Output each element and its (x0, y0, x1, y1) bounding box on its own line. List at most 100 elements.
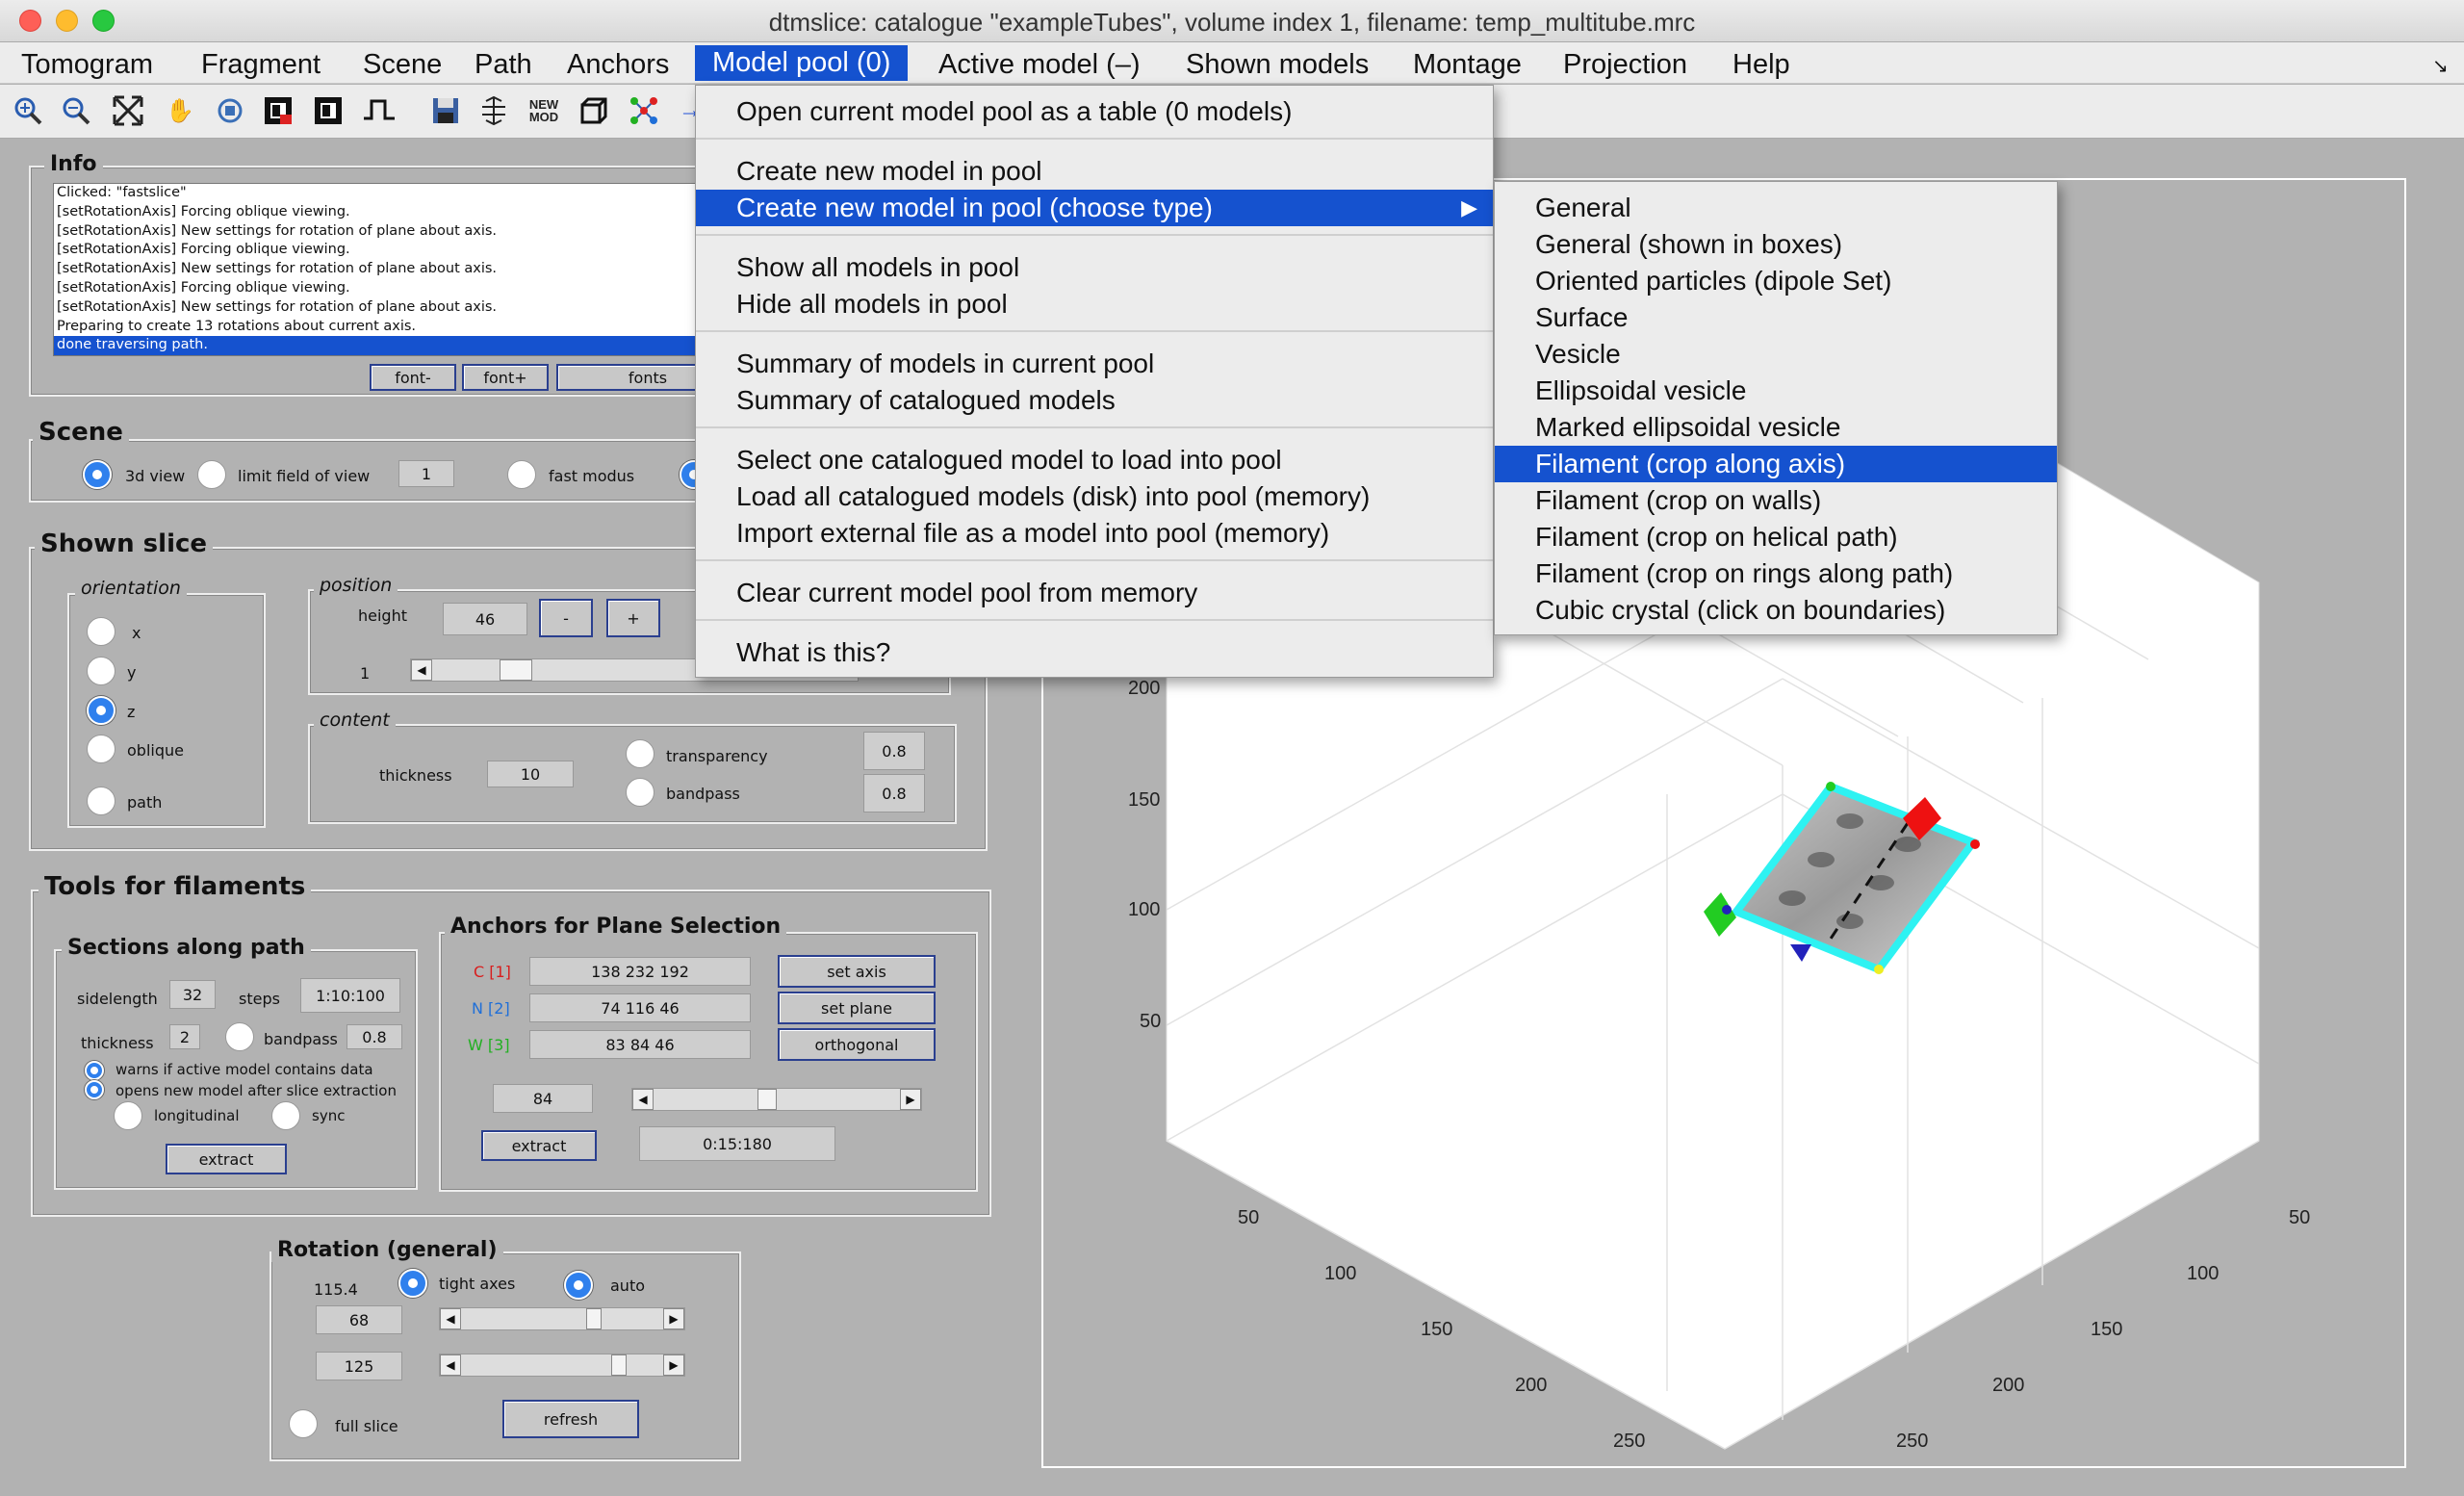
menu-shown-models[interactable]: Shown models (1186, 47, 1369, 83)
anchor-w-field[interactable]: 83 84 46 (529, 1030, 751, 1059)
anchors-extract-button[interactable]: extract (481, 1130, 597, 1161)
submenu-item-cubic-crystal[interactable]: Cubic crystal (click on boundaries) (1495, 592, 2057, 629)
menu-item-summary-catalogued[interactable]: Summary of catalogued models (696, 382, 1493, 419)
steps-field[interactable]: 1:10:100 (300, 978, 400, 1013)
transparency-radio[interactable] (626, 739, 654, 768)
elevation-left-icon[interactable]: ◀ (440, 1354, 461, 1376)
fit-icon[interactable] (112, 94, 144, 127)
menu-help[interactable]: Help (1732, 47, 1790, 83)
menu-projection[interactable]: Projection (1563, 47, 1687, 83)
submenu-item-vesicle[interactable]: Vesicle (1495, 336, 2057, 373)
height-minus-button[interactable]: - (539, 599, 593, 637)
menu-item-create-new-model-choose-type[interactable]: Create new model in pool (choose type) ▶ (696, 190, 1493, 226)
menu-active-model[interactable]: Active model (–) (938, 47, 1141, 83)
limit-fov-radio[interactable] (197, 460, 226, 489)
longitudinal-radio[interactable] (114, 1101, 142, 1130)
submenu-item-oriented-particles[interactable]: Oriented particles (dipole Set) (1495, 263, 2057, 299)
angle-slider[interactable]: ◀ ▶ (631, 1088, 922, 1111)
rotate-icon[interactable] (214, 94, 246, 127)
transparency-field[interactable]: 0.8 (863, 732, 925, 770)
sections-thickness-field[interactable]: 2 (169, 1024, 200, 1049)
menu-item-open-pool-table[interactable]: Open current model pool as a table (0 mo… (696, 93, 1493, 130)
sections-bandpass-field[interactable]: 0.8 (346, 1024, 402, 1049)
bandpass-radio[interactable] (626, 778, 654, 807)
font-larger-button[interactable]: font+ (462, 364, 549, 391)
tight-axes-radio[interactable] (398, 1269, 427, 1298)
height-field[interactable]: 46 (443, 603, 527, 635)
info-log[interactable]: Clicked: "fastslice" [setRotationAxis] F… (53, 183, 712, 356)
save-icon[interactable] (429, 94, 462, 127)
azimuth-field[interactable]: 68 (316, 1305, 402, 1334)
menu-scene[interactable]: Scene (363, 47, 442, 83)
submenu-item-general-boxes[interactable]: General (shown in boxes) (1495, 226, 2057, 263)
resize-corner-icon[interactable]: ↘ (2432, 52, 2449, 80)
zoom-out-icon[interactable] (60, 94, 92, 127)
azimuth-left-icon[interactable]: ◀ (440, 1308, 461, 1329)
anchor-n-field[interactable]: 74 116 46 (529, 993, 751, 1022)
azimuth-right-icon[interactable]: ▶ (663, 1308, 684, 1329)
submenu-item-filament-crop-walls[interactable]: Filament (crop on walls) (1495, 482, 2057, 519)
menu-item-hide-all-models[interactable]: Hide all models in pool (696, 286, 1493, 322)
cube-icon[interactable] (578, 94, 610, 127)
orientation-oblique-radio[interactable] (87, 735, 116, 763)
sync-radio[interactable] (271, 1101, 300, 1130)
menu-anchors[interactable]: Anchors (567, 47, 669, 83)
step-icon[interactable] (362, 94, 395, 127)
elevation-field[interactable]: 125 (316, 1352, 402, 1380)
opens-new-model-radio[interactable] (85, 1080, 104, 1099)
angle-slider-thumb[interactable] (757, 1089, 777, 1110)
menu-path[interactable]: Path (475, 47, 532, 83)
thickness-field[interactable]: 10 (487, 761, 574, 787)
angle-field[interactable]: 84 (493, 1084, 593, 1113)
menu-item-import-external[interactable]: Import external file as a model into poo… (696, 515, 1493, 552)
set-axis-button[interactable]: set axis (778, 955, 936, 988)
limit-fov-field[interactable]: 1 (398, 460, 454, 487)
submenu-item-general[interactable]: General (1495, 190, 2057, 226)
3d-view-radio[interactable] (83, 460, 112, 489)
range-field[interactable]: 0:15:180 (639, 1126, 835, 1161)
orthogonal-button[interactable]: orthogonal (778, 1028, 936, 1061)
submenu-item-marked-ellipsoidal-vesicle[interactable]: Marked ellipsoidal vesicle (1495, 409, 2057, 446)
menu-item-clear-pool[interactable]: Clear current model pool from memory (696, 575, 1493, 611)
contrast-icon[interactable] (262, 94, 295, 127)
fast-modus-radio[interactable] (507, 460, 536, 489)
height-plus-button[interactable]: + (606, 599, 660, 637)
warns-radio[interactable] (85, 1061, 104, 1080)
menu-model-pool[interactable]: Model pool (0) (695, 45, 909, 81)
elevation-thumb[interactable] (611, 1354, 627, 1376)
menu-tomogram[interactable]: Tomogram (21, 47, 153, 83)
refresh-button[interactable]: refresh (502, 1400, 639, 1438)
anchor-c-field[interactable]: 138 232 192 (529, 957, 751, 986)
slider-left-arrow-icon[interactable]: ◀ (411, 659, 432, 681)
azimuth-slider[interactable]: ◀ ▶ (439, 1307, 685, 1330)
submenu-item-surface[interactable]: Surface (1495, 299, 2057, 336)
submenu-item-filament-crop-rings[interactable]: Filament (crop on rings along path) (1495, 555, 2057, 592)
elevation-slider[interactable]: ◀ ▶ (439, 1354, 685, 1377)
orientation-path-radio[interactable] (87, 787, 116, 815)
menu-item-select-catalogued[interactable]: Select one catalogued model to load into… (696, 442, 1493, 478)
angle-slider-left-icon[interactable]: ◀ (632, 1089, 654, 1110)
submenu-item-ellipsoidal-vesicle[interactable]: Ellipsoidal vesicle (1495, 373, 2057, 409)
menu-item-what-is-this[interactable]: What is this? (696, 634, 1493, 671)
sections-bandpass-radio[interactable] (225, 1022, 254, 1051)
orientation-z-radio[interactable] (87, 696, 116, 725)
new-model-icon[interactable]: NEW MOD (527, 94, 560, 127)
set-plane-button[interactable]: set plane (778, 992, 936, 1024)
azimuth-thumb[interactable] (586, 1308, 602, 1329)
sidelength-field[interactable]: 32 (169, 980, 216, 1009)
font-smaller-button[interactable]: font- (370, 364, 456, 391)
pan-hand-icon[interactable]: ✋ (164, 94, 196, 127)
slider-thumb[interactable] (500, 659, 532, 681)
bandpass-field[interactable]: 0.8 (863, 774, 925, 812)
orientation-x-radio[interactable] (87, 617, 116, 646)
zoom-in-icon[interactable] (12, 94, 44, 127)
menu-item-show-all-models[interactable]: Show all models in pool (696, 249, 1493, 286)
full-slice-radio[interactable] (289, 1409, 318, 1438)
orientation-y-radio[interactable] (87, 657, 116, 685)
invert-icon[interactable] (312, 94, 345, 127)
slice-icon[interactable] (477, 94, 510, 127)
sections-extract-button[interactable]: extract (166, 1144, 287, 1174)
menu-montage[interactable]: Montage (1413, 47, 1522, 83)
auto-radio[interactable] (564, 1271, 593, 1300)
graph-icon[interactable] (628, 94, 660, 127)
